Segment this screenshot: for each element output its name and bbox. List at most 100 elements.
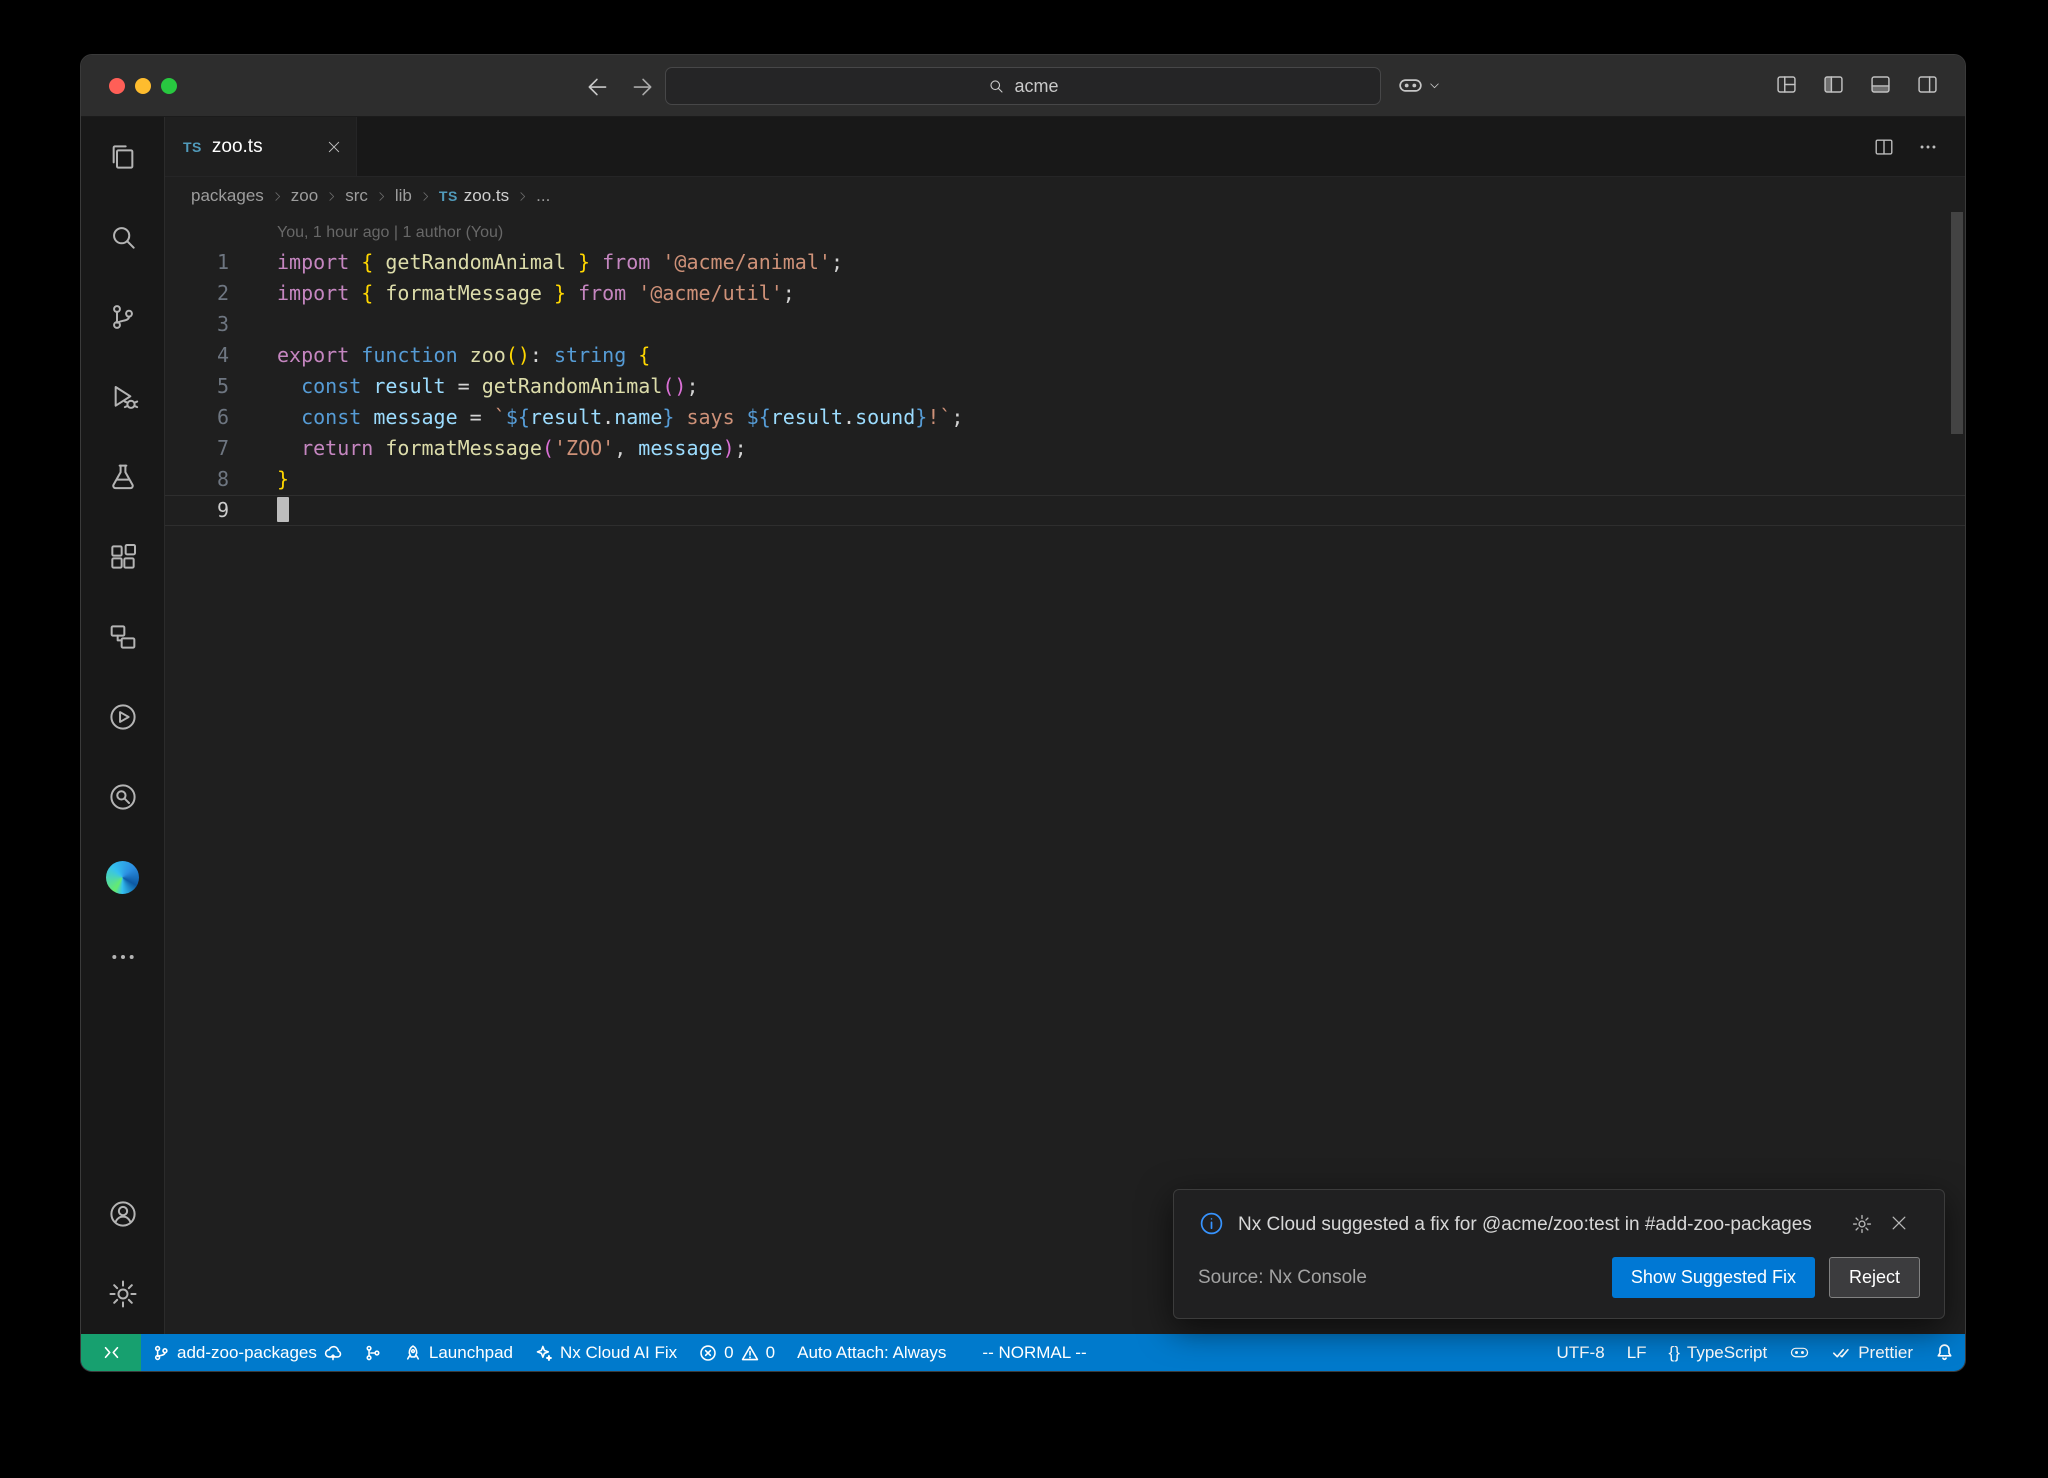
play-circle-icon: [107, 701, 139, 733]
branch-icon: [152, 1344, 170, 1362]
commit-graph-button[interactable]: [353, 1334, 393, 1371]
notification-source: Source: Nx Console: [1198, 1267, 1367, 1289]
code-editor[interactable]: You, 1 hour ago | 1 author (You) 1import…: [165, 215, 1965, 1334]
search-icon: [987, 77, 1005, 95]
code-line-8[interactable]: 8}: [165, 464, 1965, 495]
chevron-right-icon: [375, 190, 388, 203]
code-line-4[interactable]: 4export function zoo(): string {: [165, 340, 1965, 371]
remote-indicator-icon: [102, 1343, 121, 1362]
prettier-status[interactable]: Prettier: [1821, 1334, 1924, 1371]
chevron-right-icon: [419, 190, 432, 203]
back-button[interactable]: [581, 71, 615, 103]
tab-zoo-ts[interactable]: TS zoo.ts: [165, 117, 357, 176]
breadcrumb-item-src[interactable]: src: [345, 186, 368, 206]
breadcrumb: packages zoo src lib TS zoo.ts ...: [165, 177, 1965, 215]
breadcrumb-item-file[interactable]: TS zoo.ts: [439, 186, 509, 206]
error-icon: [699, 1344, 717, 1362]
launchpad-button[interactable]: Launchpad: [393, 1334, 524, 1371]
settings-gear-icon: [107, 1278, 139, 1310]
close-icon: [326, 139, 342, 155]
breadcrumb-item-symbol[interactable]: ...: [536, 186, 550, 206]
scrollbar-thumb[interactable]: [1951, 212, 1963, 434]
activity-run-circle[interactable]: [81, 677, 165, 757]
breadcrumb-item-packages[interactable]: packages: [191, 186, 264, 206]
more-views-icon: [107, 941, 139, 973]
customize-layout-icon[interactable]: [1775, 73, 1798, 96]
forward-button[interactable]: [625, 71, 659, 103]
activity-explorer[interactable]: [81, 117, 165, 197]
remote-windows-icon: [107, 621, 139, 653]
activity-settings[interactable]: [81, 1254, 165, 1334]
line-number: 4: [165, 340, 229, 371]
commit-graph-icon: [364, 1344, 382, 1362]
inspect-circle-icon: [107, 781, 139, 813]
bell-icon: [1935, 1343, 1954, 1362]
activity-account[interactable]: [81, 1174, 165, 1254]
code-line-3[interactable]: 3: [165, 309, 1965, 340]
chevron-right-icon: [325, 190, 338, 203]
breadcrumb-item-lib[interactable]: lib: [395, 186, 412, 206]
notification-settings-gear-icon[interactable]: [1851, 1213, 1873, 1235]
activity-testing[interactable]: [81, 437, 165, 517]
braces-icon: {}: [1669, 1343, 1680, 1363]
close-window-button[interactable]: [109, 78, 125, 94]
code-lines: 1import { getRandomAnimal } from '@acme/…: [165, 247, 1965, 526]
activity-source-control[interactable]: [81, 277, 165, 357]
copilot-status[interactable]: [1778, 1334, 1821, 1371]
copilot-menu-button[interactable]: [1397, 72, 1441, 99]
toggle-sidebar-icon[interactable]: [1822, 73, 1845, 96]
activity-more-views[interactable]: [81, 917, 165, 997]
status-bar: add-zoo-packages Launchpad Nx Cloud AI F…: [81, 1334, 1965, 1371]
breadcrumb-item-zoo[interactable]: zoo: [291, 186, 318, 206]
tab-bar: TS zoo.ts: [165, 117, 1965, 177]
chevron-right-icon: [516, 190, 529, 203]
line-number: 7: [165, 433, 229, 464]
command-center-search[interactable]: acme: [665, 67, 1381, 105]
minimize-window-button[interactable]: [135, 78, 151, 94]
code-line-2[interactable]: 2import { formatMessage } from '@acme/ut…: [165, 278, 1965, 309]
statusbar-right: UTF-8 LF {} TypeScript Prettier: [1546, 1334, 1965, 1371]
editor-more-actions-icon[interactable]: [1917, 136, 1939, 158]
tabbar-actions: [1873, 117, 1965, 176]
activity-edge-devtools[interactable]: [81, 837, 165, 917]
warning-count: 0: [766, 1343, 775, 1363]
problems-status[interactable]: 0 0: [688, 1334, 786, 1371]
code-line-7[interactable]: 7 return formatMessage('ZOO', message);: [165, 433, 1965, 464]
split-editor-icon[interactable]: [1873, 136, 1895, 158]
vim-mode-status[interactable]: -- NORMAL --: [971, 1334, 1097, 1371]
warning-icon: [741, 1344, 759, 1362]
language-mode-status[interactable]: {} TypeScript: [1658, 1334, 1779, 1371]
code-line-9[interactable]: 9: [165, 495, 1965, 526]
line-number: 1: [165, 247, 229, 278]
activity-extensions[interactable]: [81, 517, 165, 597]
nx-cloud-ai-fix-button[interactable]: Nx Cloud AI Fix: [524, 1334, 688, 1371]
zoom-window-button[interactable]: [161, 78, 177, 94]
activity-bar: [81, 117, 165, 1334]
activity-inspect[interactable]: [81, 757, 165, 837]
reject-button[interactable]: Reject: [1829, 1257, 1920, 1298]
code-line-6[interactable]: 6 const message = `${result.name} says $…: [165, 402, 1965, 433]
show-suggested-fix-button[interactable]: Show Suggested Fix: [1612, 1257, 1815, 1298]
run-debug-icon: [107, 381, 139, 413]
remote-indicator[interactable]: [81, 1334, 141, 1371]
notification-close-icon[interactable]: [1889, 1213, 1909, 1233]
activity-search[interactable]: [81, 197, 165, 277]
ts-file-icon: TS: [183, 139, 202, 155]
titlebar-layout-controls: [1775, 73, 1939, 96]
auto-attach-status[interactable]: Auto Attach: Always: [786, 1334, 957, 1371]
branch-status[interactable]: add-zoo-packages: [141, 1334, 353, 1371]
code-line-1[interactable]: 1import { getRandomAnimal } from '@acme/…: [165, 247, 1965, 278]
line-number: 2: [165, 278, 229, 309]
activity-remote-explorer[interactable]: [81, 597, 165, 677]
eol-status[interactable]: LF: [1616, 1334, 1658, 1371]
code-line-5[interactable]: 5 const result = getRandomAnimal();: [165, 371, 1965, 402]
chevron-down-icon: [1428, 79, 1441, 92]
extensions-icon: [107, 541, 139, 573]
toggle-panel-icon[interactable]: [1869, 73, 1892, 96]
activity-run-debug[interactable]: [81, 357, 165, 437]
notification-toast: Nx Cloud suggested a fix for @acme/zoo:t…: [1173, 1189, 1945, 1319]
toggle-secondary-sidebar-icon[interactable]: [1916, 73, 1939, 96]
encoding-status[interactable]: UTF-8: [1546, 1334, 1616, 1371]
tab-close-button[interactable]: [326, 139, 342, 155]
notifications-bell[interactable]: [1924, 1334, 1965, 1371]
